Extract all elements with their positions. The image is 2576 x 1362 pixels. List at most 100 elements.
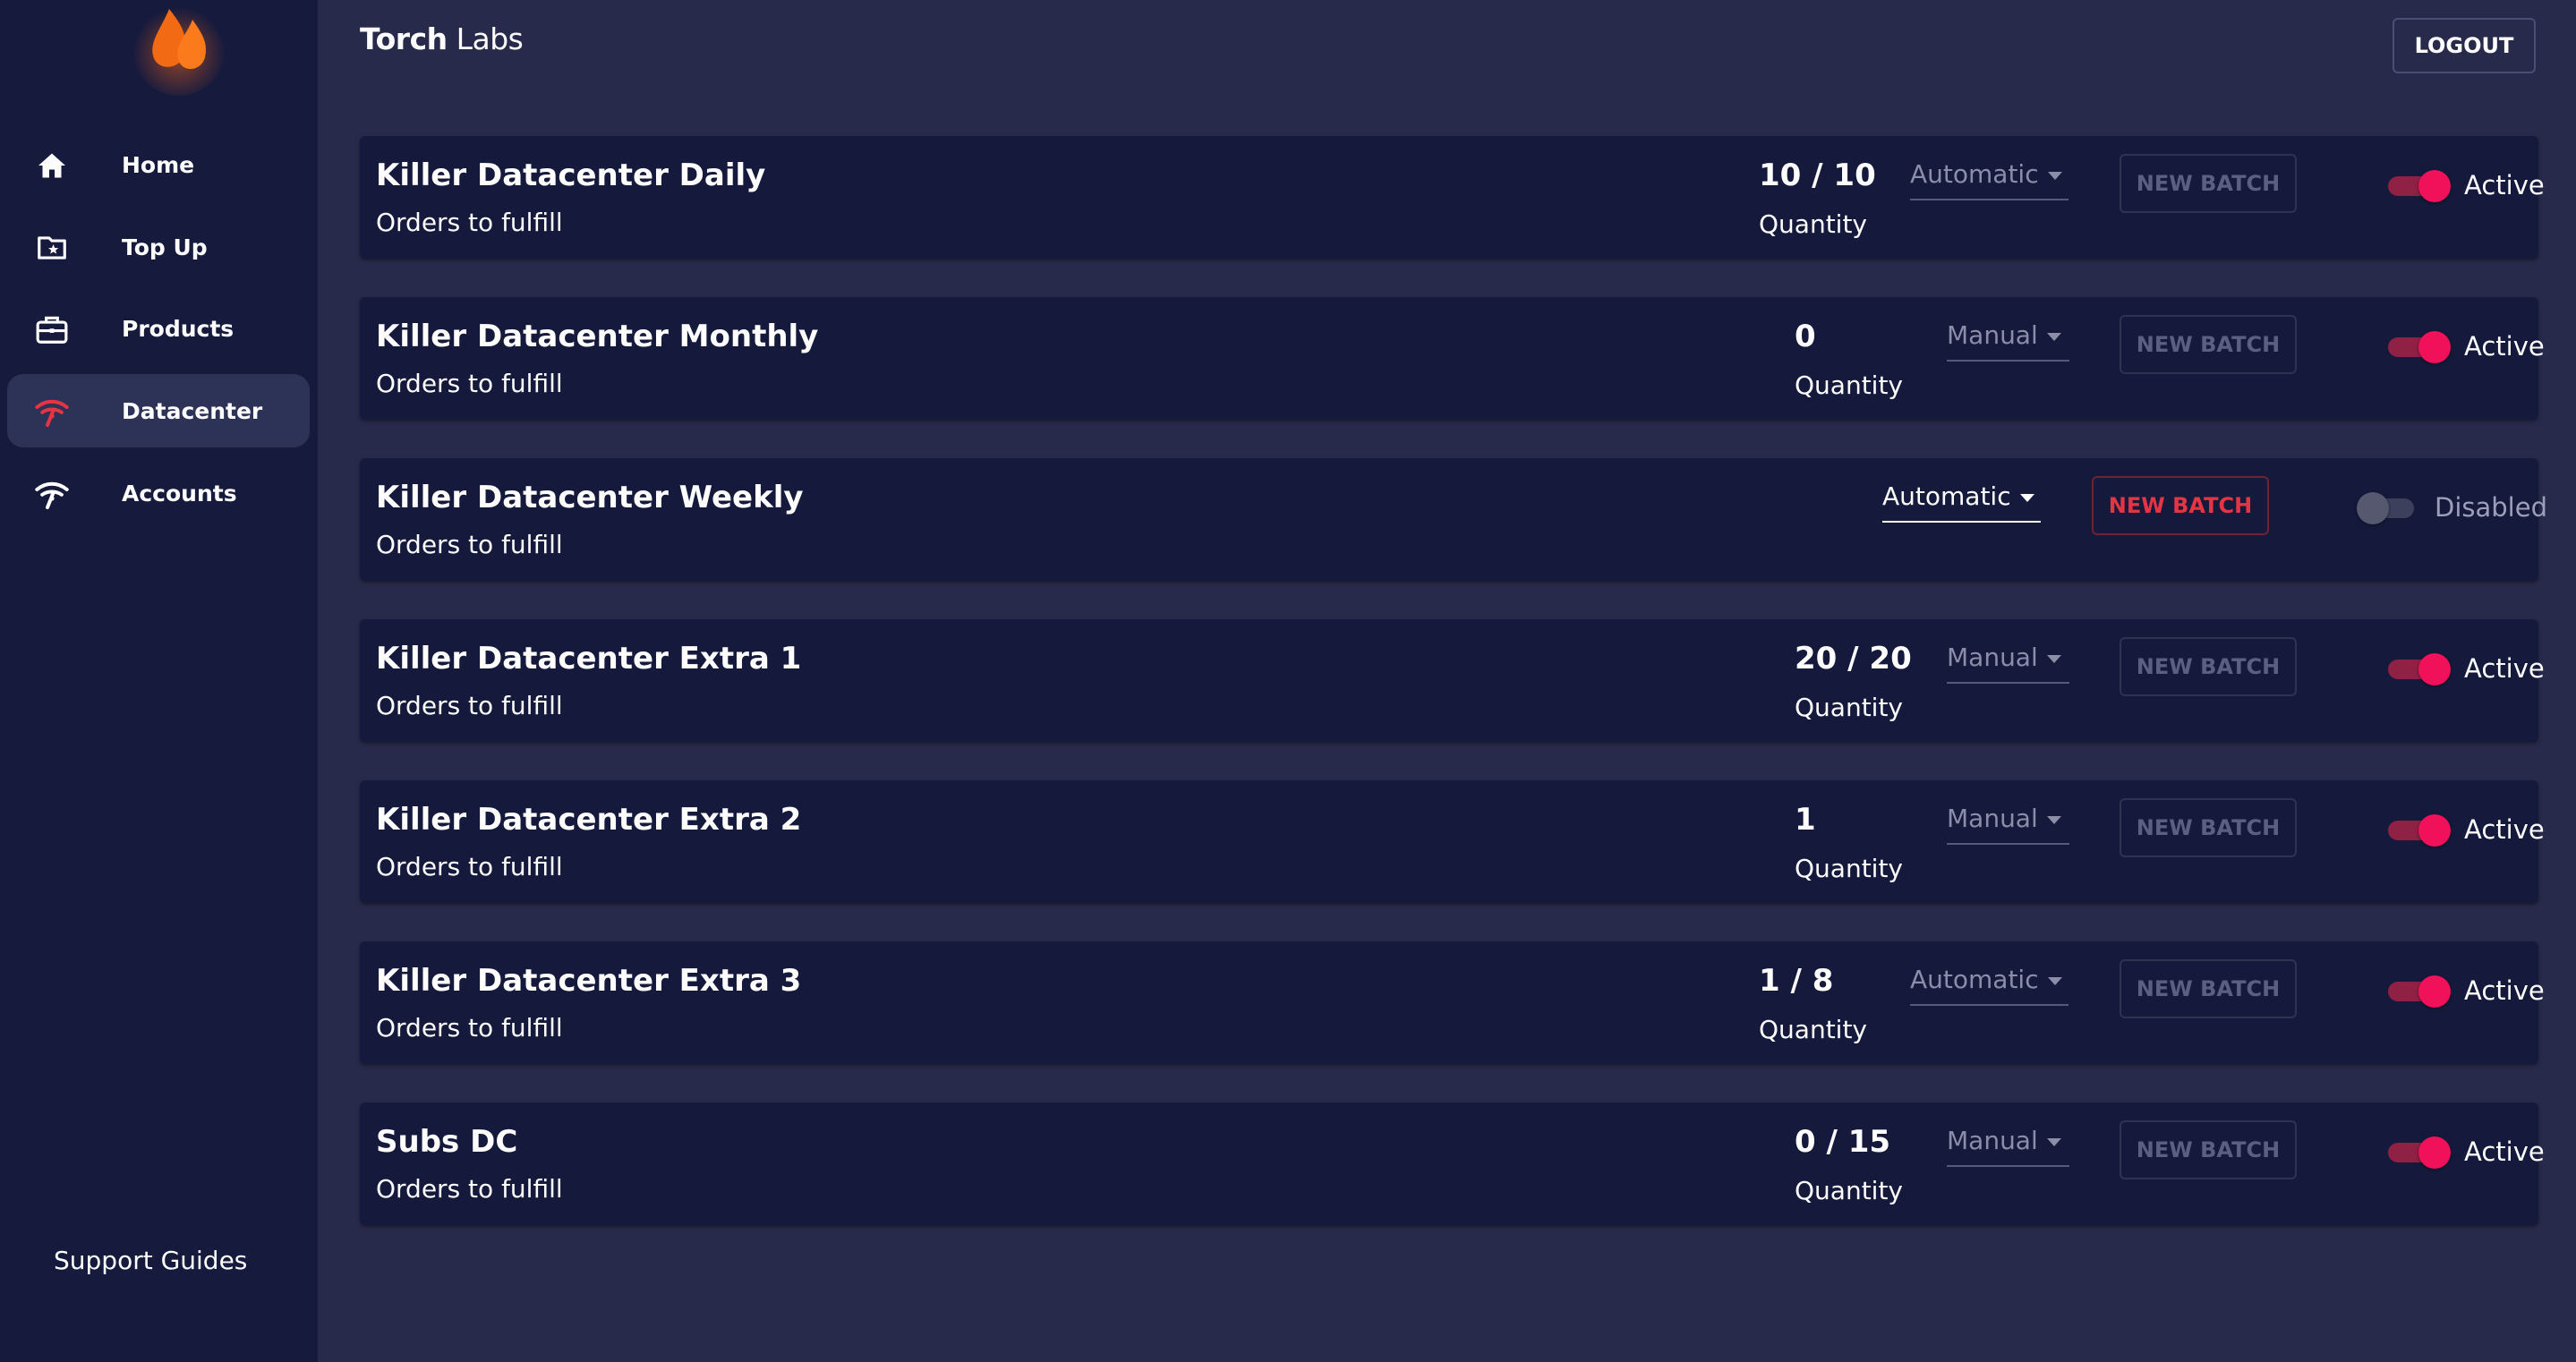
brand-rest: Labs [447, 21, 524, 56]
new-batch-button[interactable]: NEW BATCH [2120, 315, 2297, 374]
quantity-label: Quantity [1795, 370, 1903, 400]
active-toggle[interactable] [2386, 814, 2451, 847]
quantity-label: Quantity [1795, 1176, 1903, 1205]
mode-value: Manual [1947, 320, 2038, 350]
quantity-value: 1 [1795, 802, 1816, 838]
order-card: Killer Datacenter Extra 2 Orders to fulf… [360, 780, 2545, 903]
order-title: Subs DC [376, 1124, 518, 1160]
active-toggle[interactable] [2386, 975, 2451, 1008]
caret-down-icon [2019, 494, 2034, 502]
mode-select[interactable]: Manual [1947, 643, 2069, 684]
status-label: Active [2464, 975, 2545, 1006]
status-label: Disabled [2435, 492, 2547, 523]
new-batch-button[interactable]: NEW BATCH [2120, 154, 2297, 213]
datacenter-signal-icon [34, 394, 70, 430]
order-card: Killer Datacenter Daily Orders to fulfil… [360, 136, 2545, 259]
order-card: Killer Datacenter Extra 1 Orders to fulf… [360, 619, 2545, 742]
mode-value: Automatic [1910, 965, 2039, 994]
quantity-block: 0 Quantity [1795, 319, 1903, 400]
order-subtitle: Orders to fulfill [376, 369, 563, 398]
order-card: Killer Datacenter Weekly Orders to fulfi… [360, 458, 2547, 581]
quantity-label: Quantity [1795, 854, 1903, 883]
toggle-knob [2418, 975, 2451, 1008]
order-subtitle: Orders to fulfill [376, 852, 563, 881]
quantity-block: 1 / 8 Quantity [1759, 963, 1867, 1044]
quantity-value: 0 [1795, 319, 1816, 354]
sidebar: Home Top Up Products Datacenter Accounts… [0, 0, 318, 1362]
logout-button[interactable]: LOGOUT [2393, 18, 2536, 73]
sidebar-item-home[interactable]: Home [7, 128, 310, 201]
quantity-label: Quantity [1759, 209, 1867, 239]
order-subtitle: Orders to fulfill [376, 691, 563, 720]
quantity-block: 10 / 10 Quantity [1759, 157, 1876, 239]
caret-down-icon [2046, 333, 2061, 341]
status-label: Active [2464, 170, 2545, 200]
quantity-value: 10 / 10 [1759, 157, 1876, 193]
caret-down-icon [2047, 977, 2062, 985]
home-icon [34, 148, 70, 183]
order-title: Killer Datacenter Extra 2 [376, 802, 802, 838]
order-title: Killer Datacenter Monthly [376, 319, 819, 354]
caret-down-icon [2047, 172, 2062, 180]
order-title: Killer Datacenter Daily [376, 157, 766, 193]
new-batch-button[interactable]: NEW BATCH [2120, 959, 2297, 1018]
sidebar-item-top-up[interactable]: Top Up [7, 210, 310, 284]
toggle-knob [2357, 492, 2389, 524]
quantity-label: Quantity [1795, 693, 1903, 722]
accounts-signal-icon [34, 476, 70, 512]
toggle-knob [2418, 170, 2451, 202]
new-batch-button[interactable]: NEW BATCH [2120, 1120, 2297, 1179]
mode-select[interactable]: Automatic [1910, 965, 2068, 1006]
quantity-block: 20 / 20 Quantity [1795, 641, 1912, 722]
mode-select[interactable]: Manual [1947, 320, 2069, 362]
quantity-block: 1 Quantity [1795, 802, 1903, 883]
active-toggle[interactable] [2357, 492, 2419, 524]
support-guides-link[interactable]: Support Guides [54, 1246, 247, 1275]
sidebar-item-label: Products [122, 315, 235, 342]
toggle-knob [2418, 653, 2451, 685]
sidebar-item-products[interactable]: Products [7, 292, 310, 365]
status-label: Active [2464, 1136, 2545, 1167]
active-toggle[interactable] [2386, 170, 2451, 202]
mode-value: Manual [1947, 804, 2038, 833]
page-title: Torch Labs [360, 21, 524, 56]
status-label: Active [2464, 653, 2545, 684]
quantity-block: 0 / 15 Quantity [1795, 1124, 1903, 1205]
caret-down-icon [2046, 816, 2061, 824]
brand-bold: Torch [360, 21, 448, 56]
order-subtitle: Orders to fulfill [376, 1174, 563, 1204]
mode-value: Automatic [1882, 481, 2011, 511]
mode-value: Automatic [1910, 159, 2039, 189]
folder-star-icon [34, 230, 70, 266]
quantity-value: 1 / 8 [1759, 963, 1834, 999]
new-batch-button[interactable]: NEW BATCH [2120, 798, 2297, 857]
active-toggle[interactable] [2386, 1136, 2451, 1169]
quantity-value: 20 / 20 [1795, 641, 1912, 677]
toggle-knob [2418, 814, 2451, 847]
mode-select[interactable]: Manual [1947, 1126, 2069, 1167]
new-batch-button[interactable]: NEW BATCH [2120, 637, 2297, 696]
briefcase-icon [34, 311, 70, 347]
order-subtitle: Orders to fulfill [376, 530, 563, 559]
sidebar-item-accounts[interactable]: Accounts [7, 456, 310, 530]
order-title: Killer Datacenter Extra 1 [376, 641, 802, 677]
mode-select[interactable]: Automatic [1910, 159, 2068, 200]
new-batch-button[interactable]: NEW BATCH [2092, 476, 2269, 535]
sidebar-item-label: Accounts [122, 480, 237, 506]
quantity-value: 0 / 15 [1795, 1124, 1891, 1160]
order-card: Killer Datacenter Extra 3 Orders to fulf… [360, 941, 2545, 1064]
mode-select[interactable]: Automatic [1882, 481, 2041, 523]
sidebar-item-label: Home [122, 151, 195, 178]
status-label: Active [2464, 814, 2545, 845]
order-title: Killer Datacenter Weekly [376, 480, 804, 515]
torch-flame-logo[interactable] [130, 0, 228, 98]
quantity-label: Quantity [1759, 1015, 1867, 1044]
mode-select[interactable]: Manual [1947, 804, 2069, 845]
caret-down-icon [2046, 655, 2061, 663]
active-toggle[interactable] [2386, 653, 2451, 685]
active-toggle[interactable] [2386, 331, 2451, 363]
sidebar-item-label: Datacenter [122, 397, 263, 424]
sidebar-item-datacenter[interactable]: Datacenter [7, 374, 310, 447]
mode-value: Manual [1947, 643, 2038, 672]
order-card: Killer Datacenter Monthly Orders to fulf… [360, 297, 2545, 420]
